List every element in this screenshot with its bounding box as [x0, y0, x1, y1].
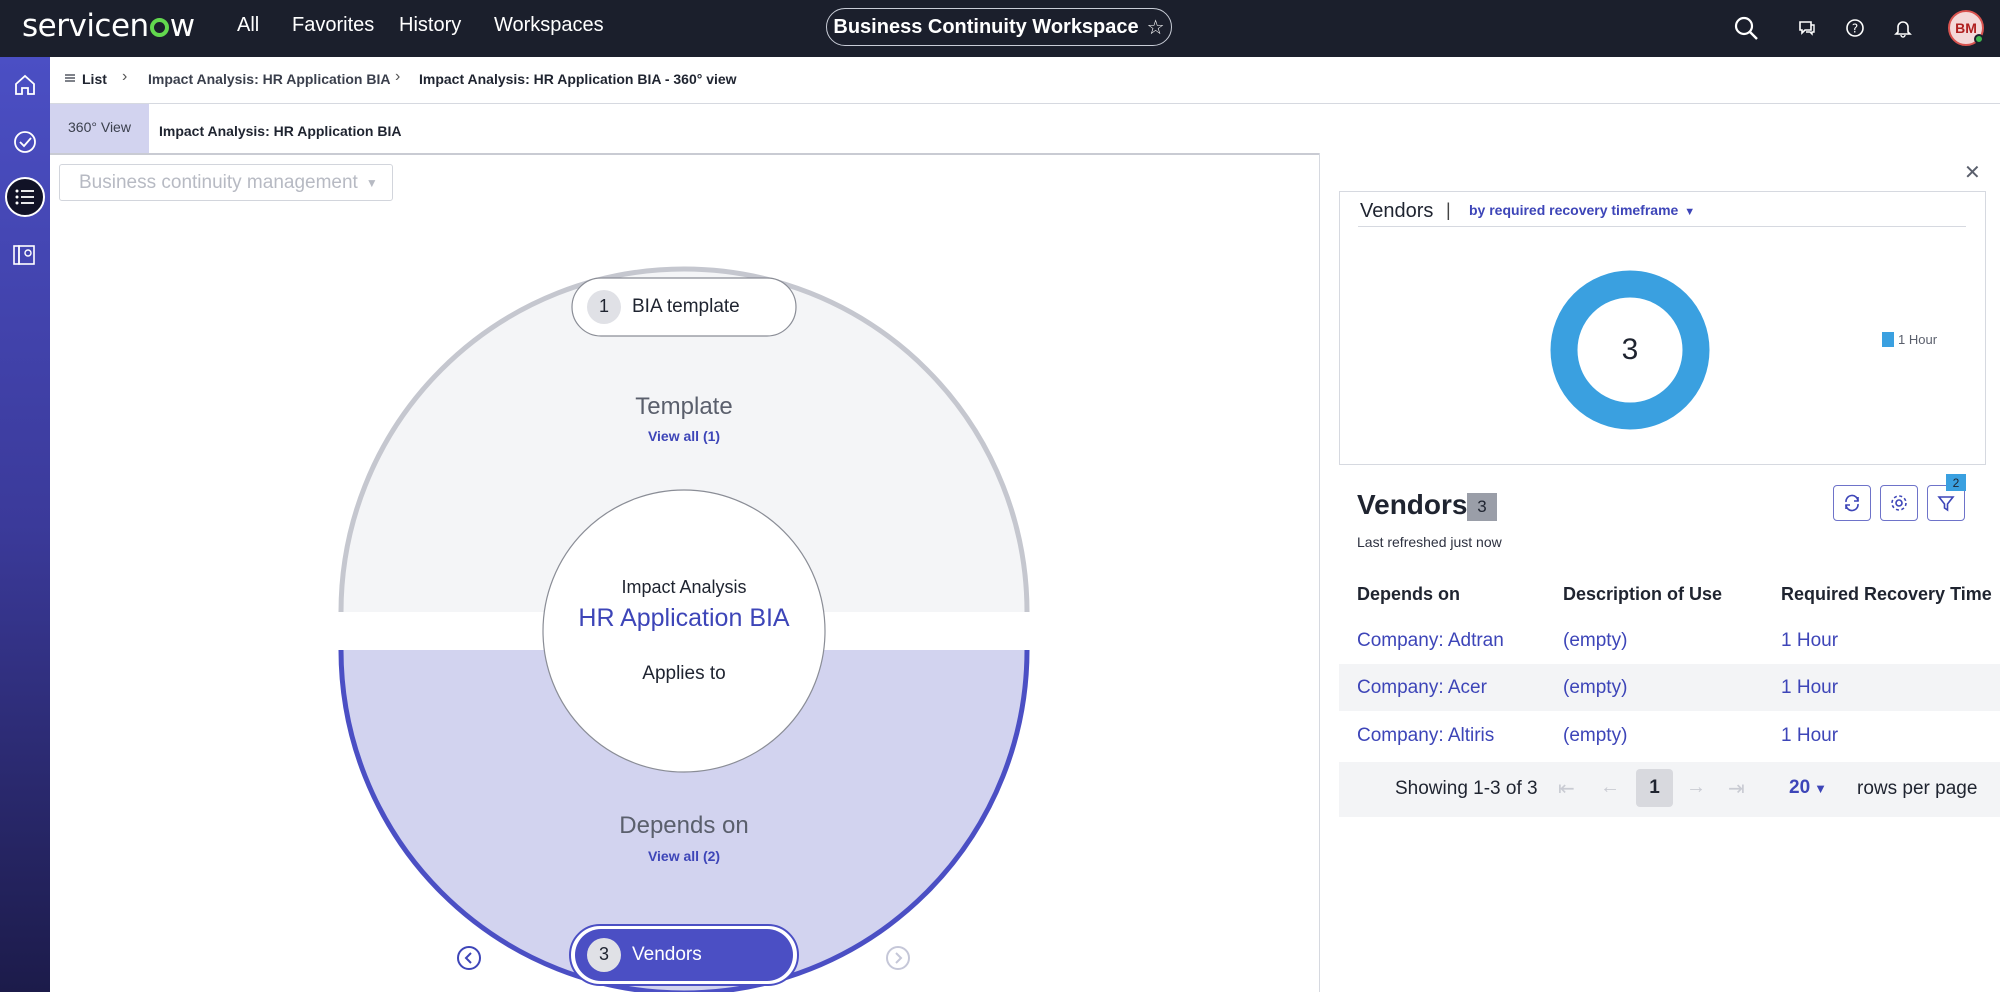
chart-title: Vendors: [1360, 200, 1434, 222]
next-page-icon[interactable]: →: [1686, 776, 1706, 799]
column-header-depends-on[interactable]: Depends on: [1357, 584, 1460, 605]
vendors-number: 3: [598, 944, 610, 964]
cell-description[interactable]: (empty): [1563, 677, 1627, 699]
center-record-type: Impact Analysis: [621, 577, 747, 597]
depends-on-title: Depends on: [619, 812, 749, 839]
bell-icon[interactable]: [1889, 14, 1917, 42]
donut-center-value: 3: [1622, 333, 1639, 366]
last-refreshed-text: Last refreshed just now: [1357, 534, 1502, 550]
settings-button[interactable]: [1880, 485, 1918, 521]
filter-count-badge: 2: [1946, 474, 1966, 491]
depends-on-view-all-link[interactable]: View all (2): [648, 848, 720, 864]
rows-per-page-value: 20: [1789, 777, 1811, 798]
gear-icon: [1891, 495, 1907, 511]
vendors-label[interactable]: Vendors: [632, 944, 702, 966]
list-title: Vendors: [1357, 489, 1468, 520]
rows-per-page-label: rows per page: [1857, 778, 1978, 799]
caret-down-icon: ▼: [1684, 206, 1696, 218]
presence-dot: [1974, 34, 1984, 44]
relationship-diagram: [338, 266, 1030, 992]
cell-recovery-time[interactable]: 1 Hour: [1781, 677, 1838, 699]
current-page-button[interactable]: 1: [1636, 769, 1673, 807]
help-icon[interactable]: ?: [1841, 14, 1869, 42]
donut-chart: 3: [1550, 270, 1710, 430]
filter-icon: [1937, 496, 1955, 512]
previous-arrow-icon: [457, 946, 481, 970]
chart-group-by-select[interactable]: by required recovery timeframe ▼: [1469, 202, 1695, 218]
legend-label: 1 Hour: [1898, 332, 1938, 347]
chart-legend[interactable]: 1 Hour: [1882, 332, 1937, 347]
cell-depends-on[interactable]: Company: Acer: [1357, 677, 1487, 699]
close-icon[interactable]: ✕: [1964, 160, 1981, 185]
column-header-description[interactable]: Description of Use: [1563, 584, 1722, 605]
template-view-all-link[interactable]: View all (1): [648, 428, 720, 444]
bia-template-label[interactable]: BIA template: [632, 296, 740, 318]
center-relation-label: Applies to: [642, 663, 726, 684]
legend-swatch: [1882, 332, 1894, 347]
next-arrow-icon: [886, 946, 910, 970]
last-page-icon[interactable]: ⇥: [1728, 776, 1745, 801]
center-record-name[interactable]: HR Application BIA: [578, 604, 789, 633]
cell-depends-on[interactable]: Company: Altiris: [1357, 725, 1494, 747]
bia-template-number: 1: [598, 296, 610, 316]
refresh-icon: [1845, 494, 1859, 512]
cell-recovery-time[interactable]: 1 Hour: [1781, 630, 1838, 652]
column-header-recovery-time[interactable]: Required Recovery Time: [1781, 584, 1992, 605]
avatar-initials: BM: [1955, 20, 1977, 36]
user-avatar[interactable]: BM: [1948, 10, 1984, 46]
caret-down-icon: ▼: [1814, 781, 1828, 796]
pagination-summary: Showing 1-3 of 3: [1395, 778, 1538, 799]
cell-description[interactable]: (empty): [1563, 630, 1627, 652]
cell-depends-on[interactable]: Company: Adtran: [1357, 630, 1504, 652]
rows-per-page-select[interactable]: 20 ▼: [1789, 777, 1827, 799]
chart-title-divider: |: [1446, 200, 1451, 220]
template-title: Template: [635, 393, 733, 420]
chart-divider: [1358, 226, 1966, 227]
previous-page-icon[interactable]: ←: [1600, 776, 1620, 799]
chart-group-by-label: by required recovery timeframe: [1469, 202, 1679, 218]
cell-recovery-time[interactable]: 1 Hour: [1781, 725, 1838, 747]
svg-text:?: ?: [1852, 22, 1858, 36]
first-page-icon[interactable]: ⇤: [1558, 776, 1575, 801]
cell-description[interactable]: (empty): [1563, 725, 1627, 747]
chat-icon[interactable]: [1793, 14, 1821, 42]
search-icon[interactable]: [1732, 14, 1760, 42]
count-badge: 3: [1467, 493, 1497, 521]
refresh-button[interactable]: [1833, 485, 1871, 521]
